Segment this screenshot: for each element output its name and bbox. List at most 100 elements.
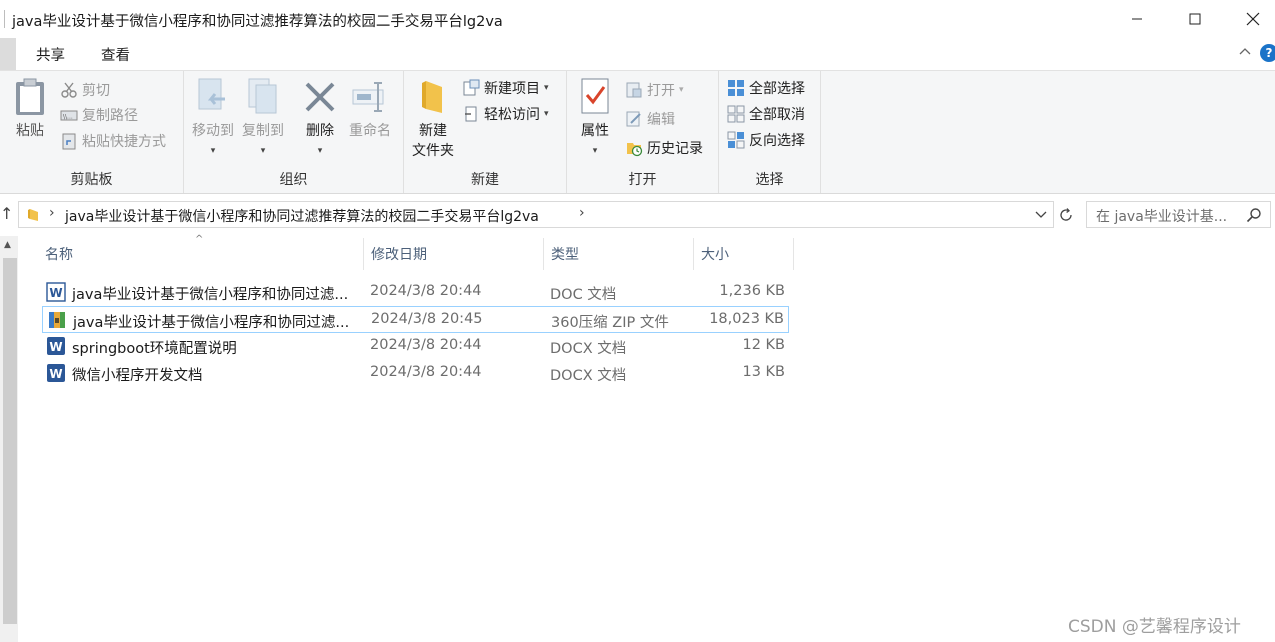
search-placeholder: 在 java毕业设计基... (1096, 209, 1228, 225)
search-icon (1246, 208, 1261, 223)
rename-label: 重命名 (349, 123, 391, 139)
select-none-button[interactable]: 全部取消 (727, 103, 805, 125)
search-box[interactable]: 在 java毕业设计基... (1086, 201, 1271, 228)
new-item-caret: ▾ (544, 83, 549, 93)
nav-scrollbar[interactable]: ▲ (0, 236, 18, 642)
new-folder-icon (422, 81, 442, 113)
properties-checkmark-icon (581, 78, 609, 114)
file-row[interactable]: java毕业设计基于微信小程序和协同过滤... 2024/3/8 20:45 3… (42, 306, 789, 333)
file-name: springboot环境配置说明 (72, 341, 237, 357)
minimize-icon (1132, 18, 1142, 20)
navigation-pane: ▲ (0, 236, 20, 642)
scissors-icon (61, 82, 77, 98)
column-header-name[interactable]: 名称 (45, 238, 73, 270)
copy-to-button[interactable]: 复制到 ▾ (240, 77, 286, 157)
breadcrumb-path[interactable]: java毕业设计基于微信小程序和协同过滤推荐算法的校园二手交易平台lg2va (65, 206, 539, 226)
word-docx-icon: W (47, 337, 65, 355)
scroll-up-arrow-icon[interactable]: ▲ (4, 240, 11, 250)
maximize-button[interactable] (1166, 0, 1224, 38)
window-title: java毕业设计基于微信小程序和协同过滤推荐算法的校园二手交易平台lg2va (12, 14, 503, 30)
address-row: ↑ › java毕业设计基于微信小程序和协同过滤推荐算法的校园二手交易平台lg2… (0, 196, 1275, 234)
select-all-button[interactable]: 全部选择 (727, 77, 805, 99)
svg-text:W: W (49, 367, 62, 381)
column-header-type[interactable]: 类型 (551, 238, 579, 270)
delete-caret: ▾ (317, 146, 323, 156)
paste-shortcut-button[interactable]: 粘贴快捷方式 (60, 130, 166, 152)
refresh-icon (1060, 207, 1072, 221)
file-modified: 2024/3/8 20:44 (370, 337, 482, 353)
file-type: 360压缩 ZIP 文件 (551, 315, 669, 331)
move-to-icon (198, 78, 225, 110)
history-button[interactable]: 历史记录 (625, 137, 703, 159)
up-arrow-icon[interactable]: ↑ (0, 204, 13, 223)
copy-path-label: 复制路径 (82, 108, 138, 124)
new-folder-label-line2: 文件夹 (412, 143, 454, 159)
group-label-clipboard: 剪贴板 (70, 172, 113, 188)
column-separator[interactable] (543, 238, 544, 270)
copy-path-button[interactable]: \\... 复制路径 (60, 104, 138, 126)
new-item-button[interactable]: 新建项目 ▾ (462, 77, 549, 99)
tab-view[interactable]: 查看 (101, 44, 130, 65)
word-doc-icon: W (46, 282, 66, 302)
refresh-button[interactable] (1055, 201, 1077, 228)
group-label-open: 打开 (628, 172, 657, 188)
breadcrumb-end-chevron-icon[interactable]: › (579, 205, 585, 221)
minimize-button[interactable] (1108, 0, 1166, 38)
open-button[interactable]: 打开 ▾ (625, 79, 684, 101)
address-bar[interactable]: › java毕业设计基于微信小程序和协同过滤推荐算法的校园二手交易平台lg2va… (18, 201, 1054, 228)
file-modified: 2024/3/8 20:44 (370, 364, 482, 380)
title-separator (4, 10, 5, 28)
column-separator[interactable] (793, 238, 794, 270)
cut-label: 剪切 (82, 83, 110, 99)
file-row[interactable]: W 微信小程序开发文档 2024/3/8 20:44 DOCX 文档 13 KB (42, 360, 789, 387)
file-type: DOCX 文档 (550, 341, 627, 357)
file-size: 13 KB (742, 364, 785, 380)
column-header-modified[interactable]: 修改日期 (371, 238, 427, 270)
edit-button[interactable]: 编辑 (625, 108, 675, 130)
paste-label: 粘贴 (16, 123, 44, 139)
file-name: java毕业设计基于微信小程序和协同过滤... (73, 315, 350, 331)
ribbon: 粘贴 剪切 \\... 复制路径 粘贴快捷方式 剪贴板 移动到 ▾ 复制到 ▾ (0, 70, 1275, 194)
file-modified: 2024/3/8 20:45 (371, 311, 483, 327)
tab-share[interactable]: 共享 (36, 44, 65, 65)
clipboard-icon (16, 78, 44, 115)
zip-archive-icon (49, 312, 65, 328)
file-row[interactable]: W springboot环境配置说明 2024/3/8 20:44 DOCX 文… (42, 333, 789, 360)
copy-to-caret: ▾ (260, 146, 266, 156)
title-bar: java毕业设计基于微信小程序和协同过滤推荐算法的校园二手交易平台lg2va (0, 0, 1275, 38)
cut-button[interactable]: 剪切 (60, 79, 110, 101)
file-type: DOCX 文档 (550, 368, 627, 384)
invert-selection-label: 反向选择 (749, 133, 805, 149)
delete-button[interactable]: 删除 ▾ (300, 77, 340, 157)
rename-button[interactable]: 重命名 (346, 77, 394, 141)
file-size: 18,023 KB (709, 311, 784, 327)
paste-button[interactable]: 粘贴 (12, 77, 48, 141)
tab-file[interactable] (0, 38, 16, 70)
column-separator[interactable] (363, 238, 364, 270)
close-icon (1246, 12, 1260, 26)
edit-label: 编辑 (647, 112, 675, 128)
open-icon (626, 82, 642, 98)
rename-icon (352, 82, 384, 112)
properties-button[interactable]: 属性 ▾ (575, 77, 615, 157)
column-header-size[interactable]: 大小 (701, 238, 729, 270)
help-icon[interactable]: ? (1260, 44, 1275, 62)
group-organize: 移动到 ▾ 复制到 ▾ 删除 ▾ 重命名 组织 (184, 71, 404, 193)
history-icon (627, 143, 643, 157)
move-to-button[interactable]: 移动到 ▾ (190, 77, 236, 157)
new-folder-button[interactable]: 新建 文件夹 (408, 77, 458, 161)
file-type: DOC 文档 (550, 287, 617, 303)
column-separator[interactable] (693, 238, 694, 270)
easy-access-button[interactable]: 轻松访问 ▾ (462, 103, 549, 125)
group-new: 新建 文件夹 新建项目 ▾ 轻松访问 ▾ 新建 (404, 71, 567, 193)
invert-selection-button[interactable]: 反向选择 (727, 129, 805, 151)
edit-pencil-icon (626, 111, 641, 127)
file-row[interactable]: W java毕业设计基于微信小程序和协同过滤... 2024/3/8 20:44… (42, 279, 789, 306)
breadcrumb-chevron-icon[interactable]: › (49, 205, 55, 221)
close-button[interactable] (1224, 0, 1275, 38)
history-label: 历史记录 (647, 141, 703, 157)
chevron-up-icon (1239, 48, 1251, 55)
ribbon-collapse-button[interactable] (1238, 45, 1252, 63)
chevron-down-icon[interactable] (1033, 206, 1049, 222)
nav-scrollbar-thumb[interactable] (3, 258, 17, 624)
